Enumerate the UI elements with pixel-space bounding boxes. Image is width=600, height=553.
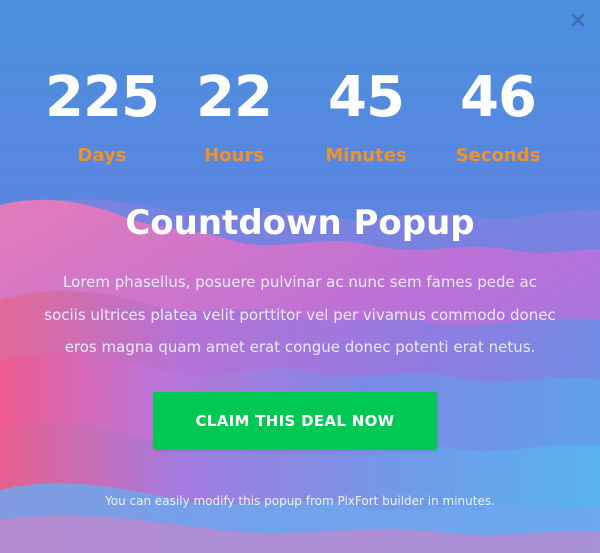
countdown-hours-value: 22 bbox=[196, 65, 273, 130]
countdown-minutes: 45 Minutes bbox=[300, 62, 432, 168]
countdown-minutes-value: 45 bbox=[328, 65, 405, 130]
countdown-hours-label: Hours bbox=[204, 145, 264, 166]
popup-title: Countdown Popup bbox=[125, 203, 475, 243]
footer-note: You can easily modify this popup from Pi… bbox=[105, 494, 495, 508]
countdown-popup: 225 Days 22 Hours 45 Minutes 46 Seconds … bbox=[0, 0, 600, 553]
popup-description: Lorem phasellus, posuere pulvinar ac nun… bbox=[44, 273, 556, 356]
countdown-minutes-label: Minutes bbox=[325, 145, 407, 166]
countdown-seconds-value: 46 bbox=[460, 65, 537, 130]
countdown-hours: 22 Hours bbox=[168, 62, 300, 168]
close-button[interactable] bbox=[568, 10, 588, 30]
countdown-days: 225 Days bbox=[36, 62, 168, 168]
close-icon bbox=[571, 13, 585, 27]
countdown-seconds: 46 Seconds bbox=[432, 62, 564, 168]
claim-deal-button[interactable]: CLAIM THIS DEAL NOW bbox=[153, 392, 437, 450]
countdown-days-label: Days bbox=[77, 145, 127, 166]
countdown-days-value: 225 bbox=[45, 65, 160, 130]
countdown-timer: 225 Days 22 Hours 45 Minutes 46 Seconds bbox=[36, 62, 564, 168]
countdown-seconds-label: Seconds bbox=[455, 145, 541, 166]
